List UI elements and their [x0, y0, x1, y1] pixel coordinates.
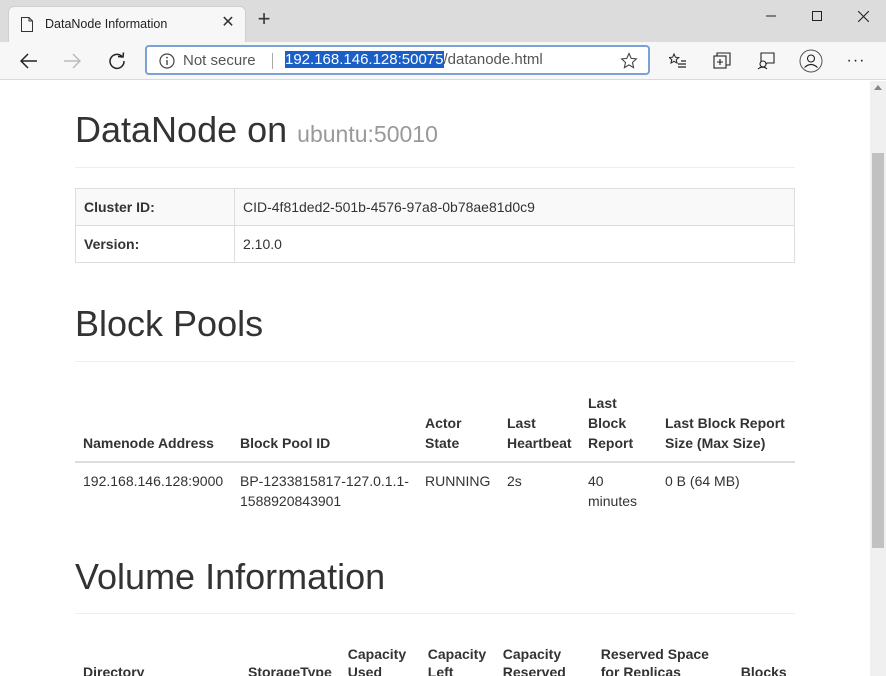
column-header: Directory [83, 664, 145, 676]
page-title-text: DataNode on [75, 109, 288, 150]
page-title: DataNode on ubuntu:50010 [75, 109, 438, 151]
forward-arrow-icon [64, 53, 81, 69]
divider [75, 167, 795, 168]
close-window-button[interactable] [840, 0, 886, 32]
profile-button[interactable] [798, 48, 824, 74]
block-pools-heading: Block Pools [75, 303, 264, 344]
actor-state-cell: RUNNING [417, 461, 499, 519]
column-header: Last Block Report [580, 385, 657, 463]
column-header: Blocks [740, 664, 787, 676]
address-separator [272, 53, 273, 69]
column-header: Capacity Reserved [502, 646, 566, 676]
address-bar[interactable]: Not secure 192.168.146.128:50075/datanod… [145, 45, 650, 75]
maximize-icon [812, 11, 822, 21]
table-row: Cluster ID: CID-4f81ded2-501b-4576-97a8-… [75, 188, 795, 226]
url-host[interactable]: 192.168.146.128:50075 [285, 51, 444, 68]
back-button[interactable] [13, 45, 45, 77]
last-block-report-cell: 40 minutes [580, 461, 657, 519]
table-row: 192.168.146.128:9000 BP-1233815817-127.0… [75, 461, 795, 519]
version-label: Version: [75, 225, 235, 263]
feedback-icon [757, 52, 775, 70]
favorites-list-icon [669, 53, 686, 68]
tab-title: DataNode Information [45, 17, 168, 31]
divider [75, 361, 795, 362]
minimize-icon [766, 15, 776, 17]
feedback-button[interactable] [753, 48, 779, 74]
minimize-button[interactable] [748, 0, 794, 32]
column-header: Capacity Left [427, 646, 487, 676]
scroll-up-arrow-icon[interactable] [874, 85, 882, 90]
table-header-row: Namenode Address Block Pool ID Actor Sta… [75, 385, 795, 463]
more-menu-icon[interactable]: ··· [843, 48, 869, 74]
version-value: 2.10.0 [234, 225, 795, 263]
browser-toolbar: Not secure 192.168.146.128:50075/datanod… [0, 42, 886, 80]
back-arrow-icon [20, 53, 37, 69]
volume-info-table: Directory StorageType Capacity Used Capa… [75, 637, 795, 676]
divider [75, 613, 795, 614]
column-header: StorageType [248, 664, 332, 676]
maximize-button[interactable] [794, 0, 840, 32]
refresh-button[interactable] [101, 45, 133, 77]
collections-icon [713, 52, 731, 69]
collections-button[interactable] [709, 48, 735, 74]
close-icon [857, 10, 869, 22]
page-subtitle: ubuntu:50010 [297, 121, 438, 147]
block-pools-table: Namenode Address Block Pool ID Actor Sta… [75, 385, 795, 519]
namenode-address-cell: 192.168.146.128:9000 [75, 461, 232, 519]
column-header: Last Heartbeat [499, 385, 580, 463]
table-row: Version: 2.10.0 [75, 225, 795, 263]
scroll-thumb[interactable] [872, 153, 884, 548]
last-heartbeat-cell: 2s [499, 461, 580, 519]
browser-tab[interactable]: DataNode Information ✕ [8, 6, 246, 42]
forward-button[interactable] [56, 45, 88, 77]
column-header: Actor State [417, 385, 499, 463]
column-header: Last Block Report Size (Max Size) [657, 385, 795, 463]
vertical-scrollbar[interactable] [870, 81, 886, 676]
profile-avatar-icon [799, 49, 823, 73]
url-text[interactable]: 192.168.146.128:50075/datanode.html [285, 51, 543, 68]
refresh-icon [109, 52, 125, 70]
column-header: Block Pool ID [232, 385, 417, 463]
cluster-id-label: Cluster ID: [75, 188, 235, 226]
title-bar: DataNode Information ✕ + [0, 0, 886, 42]
block-pool-id-cell: BP-1233815817-127.0.1.1-1588920843901 [232, 461, 417, 519]
volume-info-heading: Volume Information [75, 556, 386, 597]
column-header: Reserved Space for Replicas [600, 646, 709, 676]
tab-close-icon[interactable]: ✕ [219, 14, 237, 32]
info-icon[interactable] [159, 53, 175, 69]
page-viewport: DataNode on ubuntu:50010 Cluster ID: CID… [0, 81, 870, 676]
page-icon [21, 17, 33, 32]
table-header-row: Directory StorageType Capacity Used Capa… [75, 637, 795, 676]
cluster-info-table: Cluster ID: CID-4f81ded2-501b-4576-97a8-… [75, 188, 795, 263]
block-report-size-cell: 0 B (64 MB) [657, 461, 795, 519]
column-header: Capacity Used [347, 646, 407, 676]
favorites-button[interactable] [665, 48, 691, 74]
favorite-star-icon[interactable] [620, 52, 638, 70]
url-path[interactable]: /datanode.html [444, 51, 543, 68]
column-header: Namenode Address [75, 385, 232, 463]
cluster-id-value: CID-4f81ded2-501b-4576-97a8-0b78ae81d0c9 [234, 188, 795, 226]
new-tab-button[interactable]: + [254, 8, 274, 30]
security-label[interactable]: Not secure [183, 52, 256, 69]
